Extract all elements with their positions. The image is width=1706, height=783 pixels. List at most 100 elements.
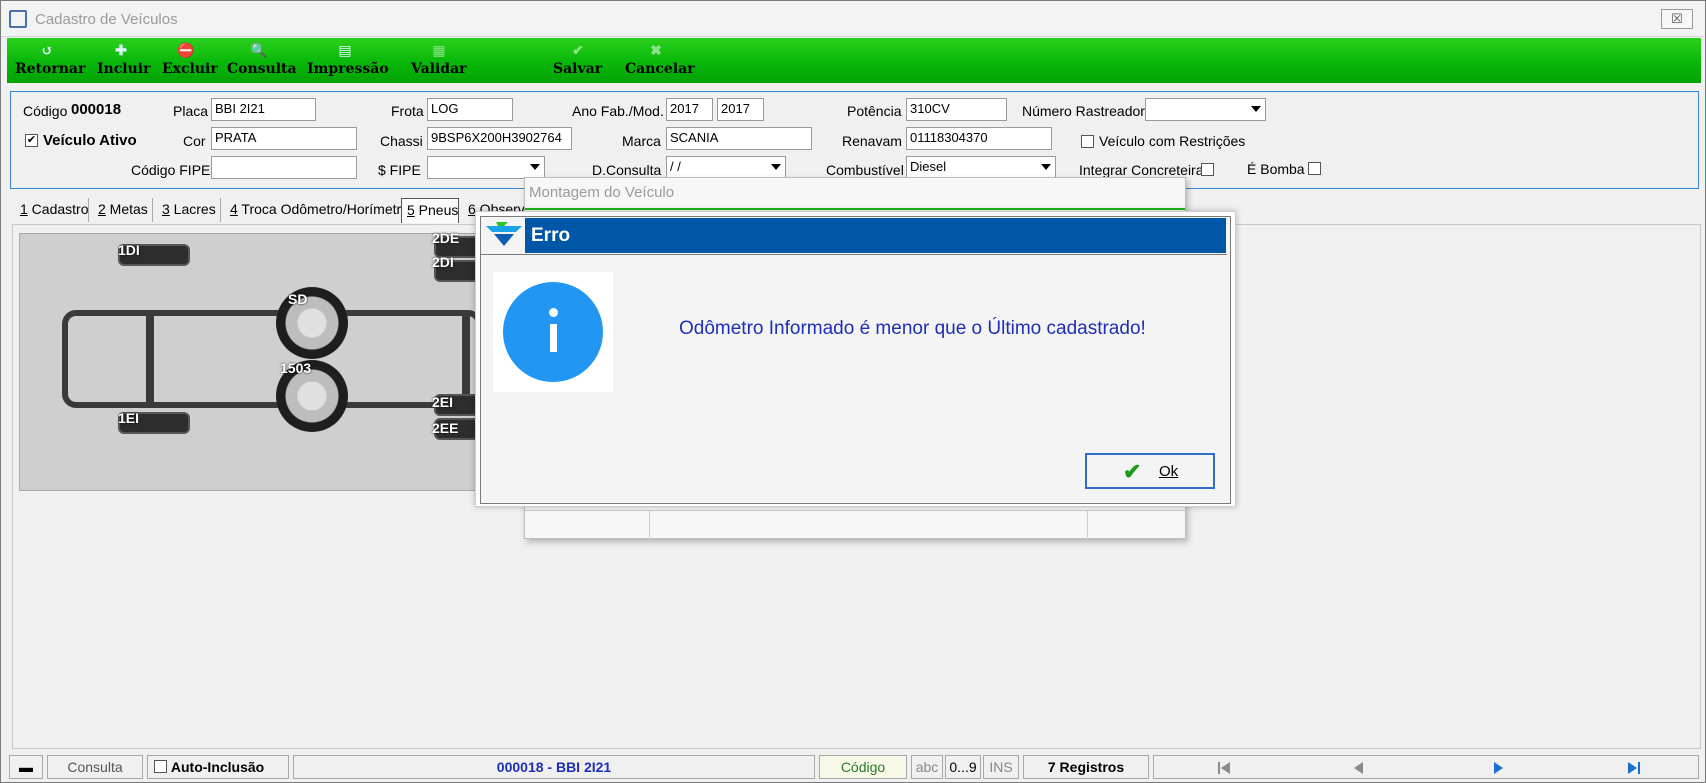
restricoes-label: Veículo com Restrições	[1099, 133, 1246, 149]
placa-input[interactable]: BBI 2I21	[211, 98, 316, 121]
dialog-divider	[480, 254, 1227, 255]
potencia-input[interactable]: 310CV	[906, 98, 1007, 121]
num-indicator: 0...9	[945, 755, 981, 779]
tab-lacres[interactable]: 3 Lacres	[157, 198, 221, 222]
chassi-label: Chassi	[380, 133, 423, 149]
toolbar: ↺ Retornar ✚ Incluir ⛔ Excluir 🔍 Consult…	[7, 38, 1701, 83]
tab-pneus[interactable]: 5 Pneus	[401, 198, 459, 223]
placa-label: Placa	[173, 103, 209, 119]
tab-metas-label: Metas	[105, 201, 148, 217]
auto-inclusao-toggle[interactable]: Auto-Inclusão	[147, 755, 289, 779]
front-axle	[146, 314, 154, 404]
info-icon-box	[493, 272, 613, 392]
dconsulta-value: / /	[670, 159, 681, 174]
codigo-value: 000018	[71, 101, 122, 118]
restricoes-checkbox[interactable]	[1081, 135, 1094, 148]
salvar-button[interactable]: ✔ Salvar	[553, 41, 603, 81]
sort-field-button[interactable]: Código	[819, 755, 907, 779]
ok-button[interactable]: ✔ Ok	[1085, 453, 1215, 489]
tab-troca-odometro[interactable]: 4 Troca Odômetro/Horímetro	[225, 198, 411, 222]
auto-inclusao-checkbox[interactable]	[154, 760, 167, 773]
tab-lacres-num: 3	[162, 201, 170, 217]
keyboard-icon: ▬	[9, 755, 43, 779]
tire-2de-label: 2DE	[432, 230, 460, 246]
chevron-down-icon	[1251, 106, 1261, 112]
main-window: Cadastro de Veículos ☒ ↺ Retornar ✚ Incl…	[0, 0, 1706, 783]
bomba-label: É Bomba	[1247, 161, 1305, 177]
ano-fab-input[interactable]: 2017	[666, 98, 713, 121]
save-check-icon: ✔	[572, 43, 584, 59]
tire-1ei-label: 1EI	[118, 410, 140, 426]
footer-divider	[1087, 511, 1088, 539]
impressao-button[interactable]: ▤ Impressão	[307, 41, 389, 81]
cor-label: Cor	[183, 133, 206, 149]
veiculo-ativo-checkbox[interactable]: ✔	[25, 134, 38, 147]
codigo-fipe-label: Código FIPE	[131, 162, 211, 178]
validar-label: Validar	[411, 61, 467, 77]
ok-label-text: Ok	[1159, 463, 1179, 480]
excluir-button[interactable]: ⛔ Excluir	[162, 41, 218, 81]
cor-input[interactable]: PRATA	[211, 127, 357, 150]
consulta-button[interactable]: 🔍 Consulta	[227, 41, 297, 81]
close-button[interactable]: ☒	[1661, 9, 1693, 29]
veiculo-ativo-label: Veículo Ativo	[43, 132, 137, 149]
frota-input[interactable]: LOG	[427, 98, 513, 121]
ins-indicator: INS	[983, 755, 1019, 779]
first-record-icon[interactable]	[1221, 762, 1230, 774]
validar-button[interactable]: ▦ Validar	[411, 41, 467, 81]
ano-mod-input[interactable]: 2017	[717, 98, 764, 121]
chevron-down-icon	[771, 164, 781, 170]
ok-label: Ok	[1159, 463, 1178, 480]
montagem-accent-bar	[525, 208, 1185, 210]
frota-label: Frota	[391, 103, 424, 119]
status-bar: ▬ Consulta Auto-Inclusão 000018 - BBI 2I…	[7, 753, 1701, 781]
potencia-label: Potência	[847, 103, 902, 119]
last-bar	[1638, 762, 1640, 774]
spare-wheel-sd[interactable]	[276, 287, 348, 359]
combustivel-select[interactable]: Diesel	[906, 156, 1056, 179]
salvar-label: Salvar	[553, 61, 603, 77]
current-record: 000018 - BBI 2I21	[293, 755, 815, 779]
sfipe-select[interactable]	[427, 156, 545, 179]
rastreador-label: Número Rastreador	[1022, 103, 1145, 119]
title-bar: Cadastro de Veículos ☒	[1, 1, 1705, 37]
bomba-checkbox[interactable]	[1308, 162, 1321, 175]
incluir-label: Incluir	[97, 61, 151, 77]
last-record-icon[interactable]	[1628, 762, 1637, 774]
rastreador-select[interactable]	[1145, 98, 1266, 121]
tab-cadastro-label: Cadastro	[27, 201, 89, 217]
mode-status: Consulta	[47, 755, 143, 779]
cancelar-button[interactable]: ✖ Cancelar	[625, 41, 695, 81]
renavam-input[interactable]: 01118304370	[906, 127, 1052, 150]
incluir-button[interactable]: ✚ Incluir	[97, 41, 150, 81]
retornar-button[interactable]: ↺ Retornar	[15, 41, 85, 81]
add-icon: ✚	[115, 43, 127, 59]
return-icon: ↺	[41, 43, 53, 59]
retornar-label: Retornar	[15, 61, 86, 77]
abc-indicator: abc	[911, 755, 943, 779]
chassi-input[interactable]: 9BSP6X200H3902764	[427, 127, 572, 150]
renavam-label: Renavam	[842, 133, 902, 149]
search-icon: 🔍	[250, 43, 268, 59]
info-icon-bar	[550, 324, 557, 352]
tab-metas[interactable]: 2 Metas	[93, 198, 153, 222]
validate-icon: ▦	[432, 43, 446, 59]
concreteira-checkbox[interactable]	[1201, 163, 1214, 176]
codigo-label: Código	[23, 103, 68, 119]
dialog-title: Erro	[525, 218, 1226, 253]
check-icon: ✔	[1123, 459, 1142, 484]
dconsulta-date-picker[interactable]: / /	[666, 156, 786, 179]
previous-record-icon[interactable]	[1354, 762, 1363, 774]
printer-icon: ▤	[338, 43, 352, 59]
tab-pneus-label: Pneus	[414, 202, 459, 218]
tab-cadastro[interactable]: 1 Cadastro	[15, 198, 89, 222]
tab-troca-num: 4	[230, 201, 238, 217]
info-icon-dot	[549, 308, 558, 317]
dconsulta-label: D.Consulta	[592, 162, 662, 178]
next-record-icon[interactable]	[1494, 762, 1503, 774]
marca-input[interactable]: SCANIA	[666, 127, 812, 150]
auto-inclusao-label: Auto-Inclusão	[170, 759, 265, 775]
window-title: Cadastro de Veículos	[35, 11, 178, 28]
ano-label: Ano Fab./Mod.	[572, 103, 664, 119]
codigo-fipe-input[interactable]	[211, 156, 357, 179]
